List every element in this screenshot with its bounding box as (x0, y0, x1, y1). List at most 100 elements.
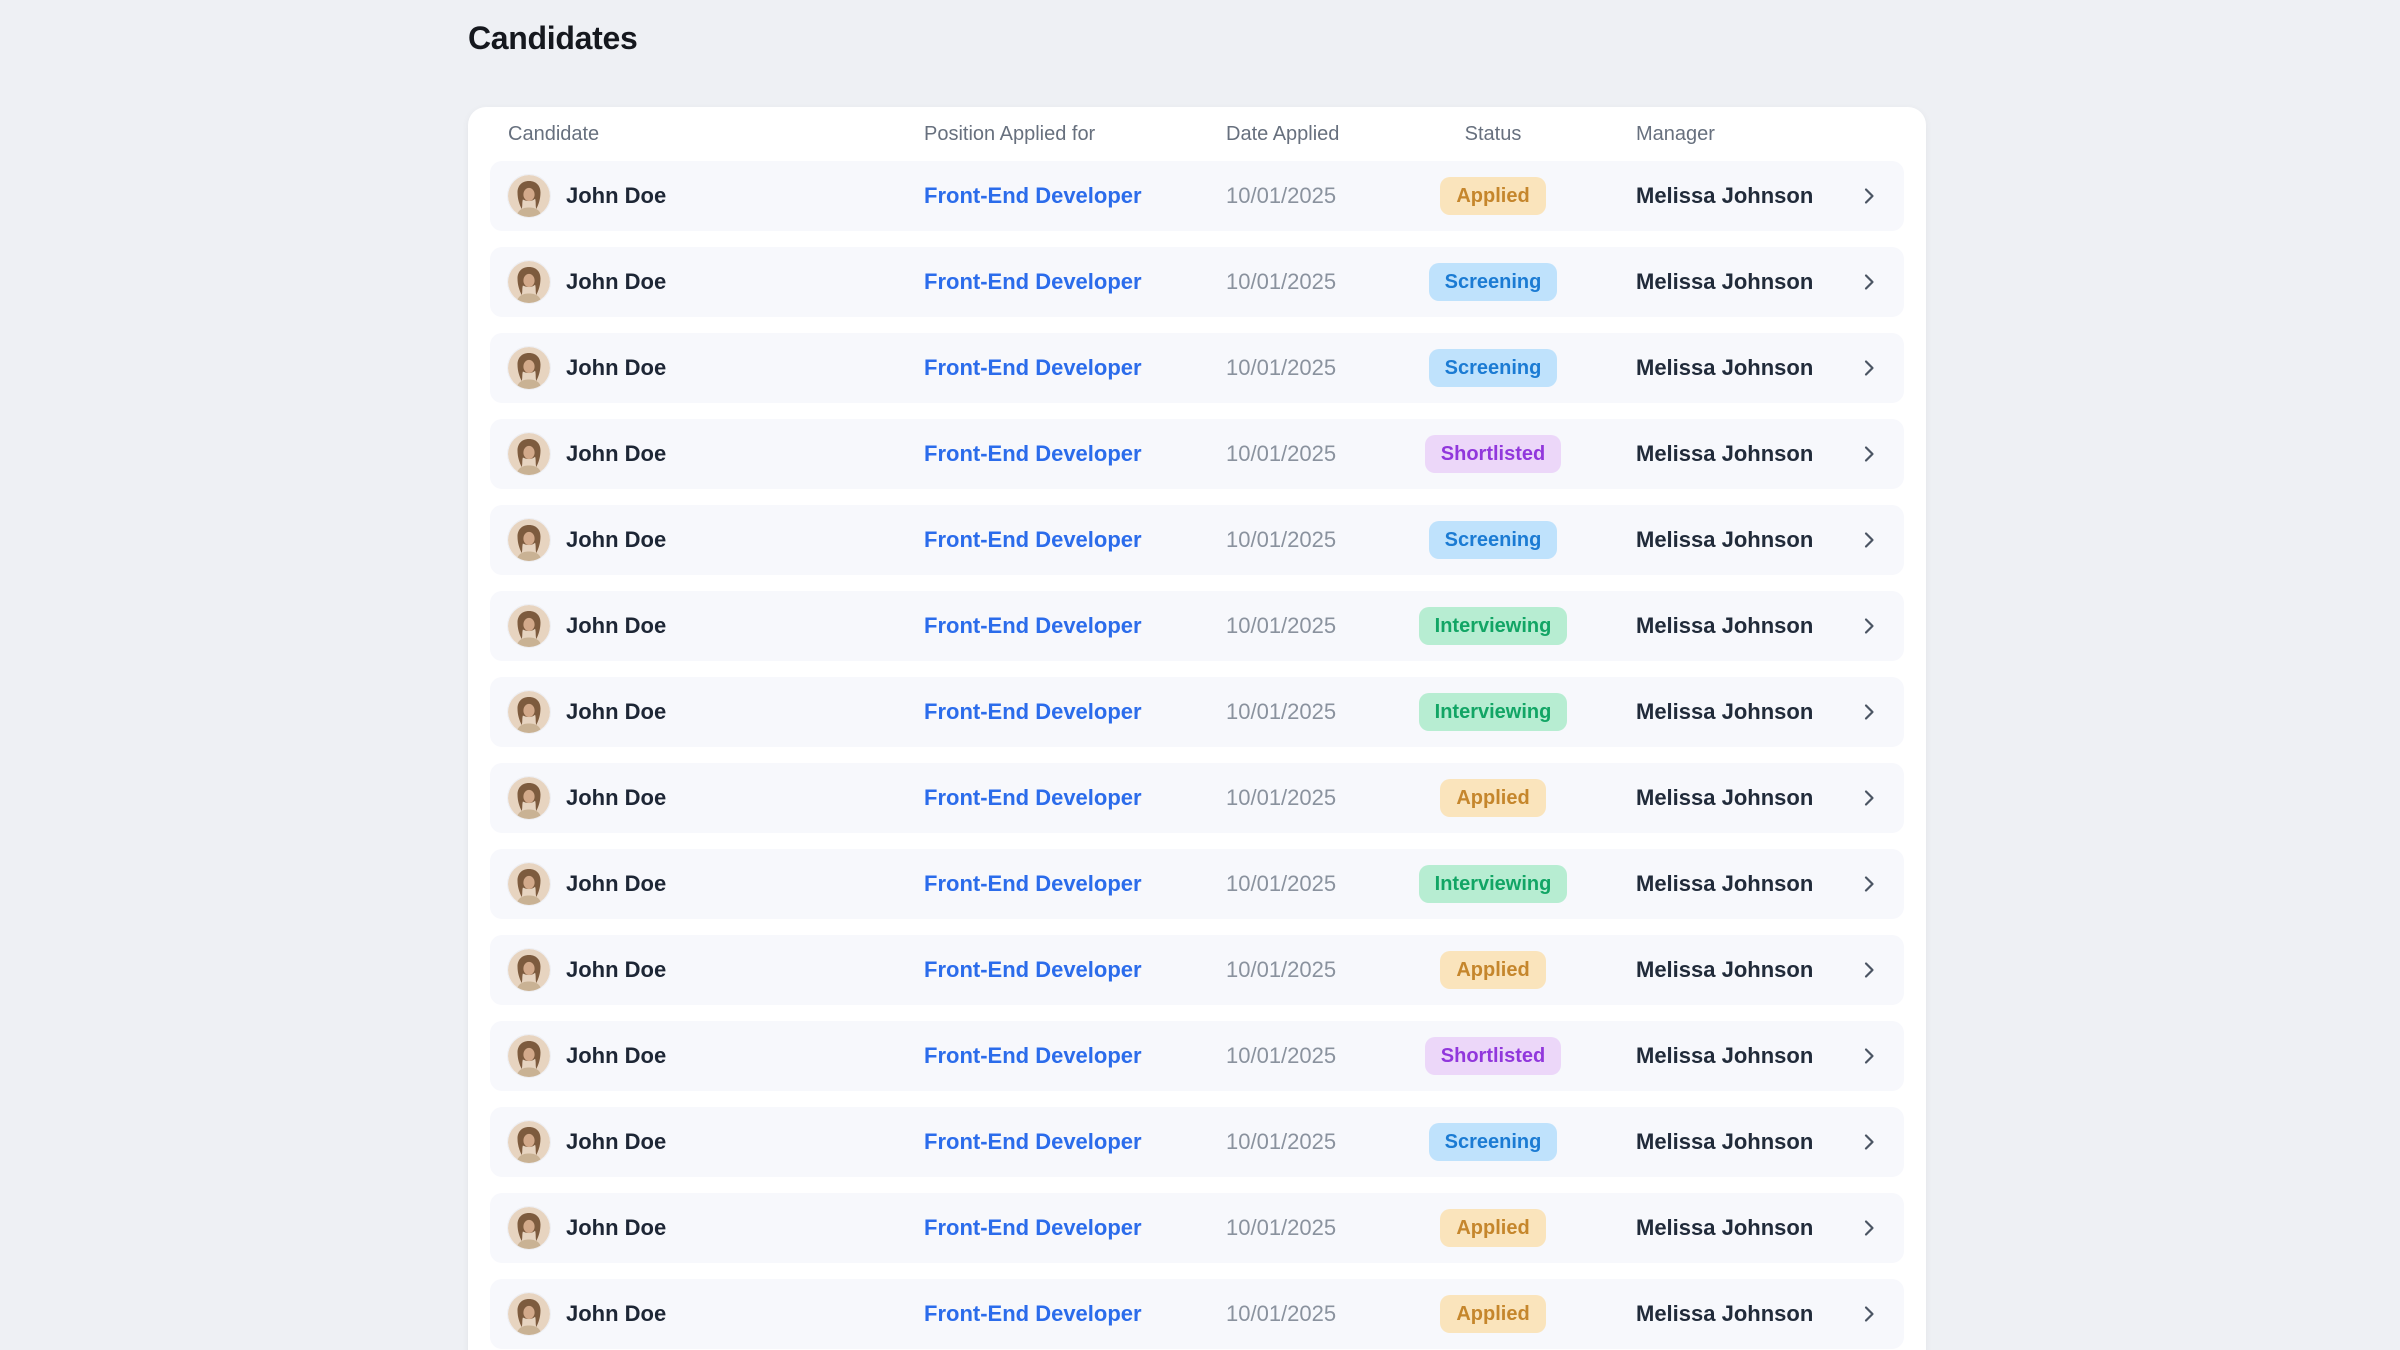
status-cell: Screening (1370, 263, 1616, 301)
chevron-right-icon[interactable] (1858, 1217, 1880, 1239)
manager-name: Melissa Johnson (1616, 527, 1830, 553)
candidate-name: John Doe (566, 785, 666, 811)
manager-name: Melissa Johnson (1616, 871, 1830, 897)
status-badge: Screening (1429, 263, 1558, 301)
status-badge: Shortlisted (1425, 435, 1561, 473)
candidate-name: John Doe (566, 1301, 666, 1327)
chevron-right-icon[interactable] (1858, 1045, 1880, 1067)
chevron-right-icon[interactable] (1858, 271, 1880, 293)
candidate-cell: John Doe (508, 347, 924, 389)
column-header-date: Date Applied (1226, 123, 1370, 146)
date-applied: 10/01/2025 (1226, 527, 1370, 553)
position-link[interactable]: Front-End Developer (924, 613, 1142, 638)
candidate-cell: John Doe (508, 1207, 924, 1249)
chevron-right-icon[interactable] (1858, 357, 1880, 379)
avatar (508, 863, 550, 905)
status-badge: Interviewing (1419, 865, 1568, 903)
page-title: Candidates (468, 20, 638, 57)
table-row[interactable]: John Doe Front-End Developer 10/01/2025 … (490, 505, 1904, 575)
status-badge: Applied (1440, 1295, 1545, 1333)
chevron-right-icon[interactable] (1858, 873, 1880, 895)
position-link[interactable]: Front-End Developer (924, 785, 1142, 810)
candidate-name: John Doe (566, 1043, 666, 1069)
position-link[interactable]: Front-End Developer (924, 355, 1142, 380)
candidates-page: Candidates Candidate Position Applied fo… (0, 0, 2400, 1350)
candidate-cell: John Doe (508, 605, 924, 647)
table-row[interactable]: John Doe Front-End Developer 10/01/2025 … (490, 763, 1904, 833)
position-cell: Front-End Developer (924, 1129, 1226, 1155)
table-row[interactable]: John Doe Front-End Developer 10/01/2025 … (490, 935, 1904, 1005)
table-row[interactable]: John Doe Front-End Developer 10/01/2025 … (490, 849, 1904, 919)
table-row[interactable]: John Doe Front-End Developer 10/01/2025 … (490, 1193, 1904, 1263)
status-cell: Screening (1370, 349, 1616, 387)
avatar (508, 1207, 550, 1249)
candidate-name: John Doe (566, 269, 666, 295)
date-applied: 10/01/2025 (1226, 269, 1370, 295)
avatar (508, 949, 550, 991)
candidate-name: John Doe (566, 613, 666, 639)
candidate-name: John Doe (566, 871, 666, 897)
chevron-right-icon[interactable] (1858, 615, 1880, 637)
candidate-cell: John Doe (508, 1035, 924, 1077)
row-actions (1858, 1045, 1880, 1067)
chevron-right-icon[interactable] (1858, 185, 1880, 207)
position-link[interactable]: Front-End Developer (924, 441, 1142, 466)
position-link[interactable]: Front-End Developer (924, 1215, 1142, 1240)
candidate-cell: John Doe (508, 1293, 924, 1335)
status-cell: Interviewing (1370, 607, 1616, 645)
position-link[interactable]: Front-End Developer (924, 1129, 1142, 1154)
position-cell: Front-End Developer (924, 613, 1226, 639)
date-applied: 10/01/2025 (1226, 785, 1370, 811)
manager-name: Melissa Johnson (1616, 355, 1830, 381)
table-row[interactable]: John Doe Front-End Developer 10/01/2025 … (490, 1021, 1904, 1091)
chevron-right-icon[interactable] (1858, 1131, 1880, 1153)
table-row[interactable]: John Doe Front-End Developer 10/01/2025 … (490, 591, 1904, 661)
date-applied: 10/01/2025 (1226, 613, 1370, 639)
manager-name: Melissa Johnson (1616, 1129, 1830, 1155)
table-row[interactable]: John Doe Front-End Developer 10/01/2025 … (490, 247, 1904, 317)
position-link[interactable]: Front-End Developer (924, 269, 1142, 294)
status-badge: Screening (1429, 349, 1558, 387)
position-link[interactable]: Front-End Developer (924, 1301, 1142, 1326)
candidate-name: John Doe (566, 699, 666, 725)
position-link[interactable]: Front-End Developer (924, 183, 1142, 208)
avatar (508, 175, 550, 217)
position-link[interactable]: Front-End Developer (924, 957, 1142, 982)
position-link[interactable]: Front-End Developer (924, 1043, 1142, 1068)
table-row[interactable]: John Doe Front-End Developer 10/01/2025 … (490, 677, 1904, 747)
chevron-right-icon[interactable] (1858, 529, 1880, 551)
chevron-right-icon[interactable] (1858, 787, 1880, 809)
position-cell: Front-End Developer (924, 1301, 1226, 1327)
status-badge: Applied (1440, 177, 1545, 215)
candidate-name: John Doe (566, 183, 666, 209)
table-row[interactable]: John Doe Front-End Developer 10/01/2025 … (490, 1279, 1904, 1349)
date-applied: 10/01/2025 (1226, 1301, 1370, 1327)
chevron-right-icon[interactable] (1858, 959, 1880, 981)
manager-name: Melissa Johnson (1616, 699, 1830, 725)
status-cell: Interviewing (1370, 865, 1616, 903)
row-actions (1858, 271, 1880, 293)
position-cell: Front-End Developer (924, 269, 1226, 295)
table-header: Candidate Position Applied for Date Appl… (490, 107, 1904, 161)
row-actions (1858, 959, 1880, 981)
chevron-right-icon[interactable] (1858, 1303, 1880, 1325)
avatar (508, 519, 550, 561)
position-link[interactable]: Front-End Developer (924, 527, 1142, 552)
position-link[interactable]: Front-End Developer (924, 871, 1142, 896)
table-row[interactable]: John Doe Front-End Developer 10/01/2025 … (490, 161, 1904, 231)
row-actions (1858, 873, 1880, 895)
table-row[interactable]: John Doe Front-End Developer 10/01/2025 … (490, 1107, 1904, 1177)
status-cell: Shortlisted (1370, 1037, 1616, 1075)
chevron-right-icon[interactable] (1858, 443, 1880, 465)
position-cell: Front-End Developer (924, 785, 1226, 811)
position-cell: Front-End Developer (924, 871, 1226, 897)
table-row[interactable]: John Doe Front-End Developer 10/01/2025 … (490, 333, 1904, 403)
table-row[interactable]: John Doe Front-End Developer 10/01/2025 … (490, 419, 1904, 489)
candidate-name: John Doe (566, 527, 666, 553)
column-header-position: Position Applied for (924, 123, 1226, 146)
position-link[interactable]: Front-End Developer (924, 699, 1142, 724)
chevron-right-icon[interactable] (1858, 701, 1880, 723)
manager-name: Melissa Johnson (1616, 613, 1830, 639)
date-applied: 10/01/2025 (1226, 355, 1370, 381)
candidate-cell: John Doe (508, 433, 924, 475)
